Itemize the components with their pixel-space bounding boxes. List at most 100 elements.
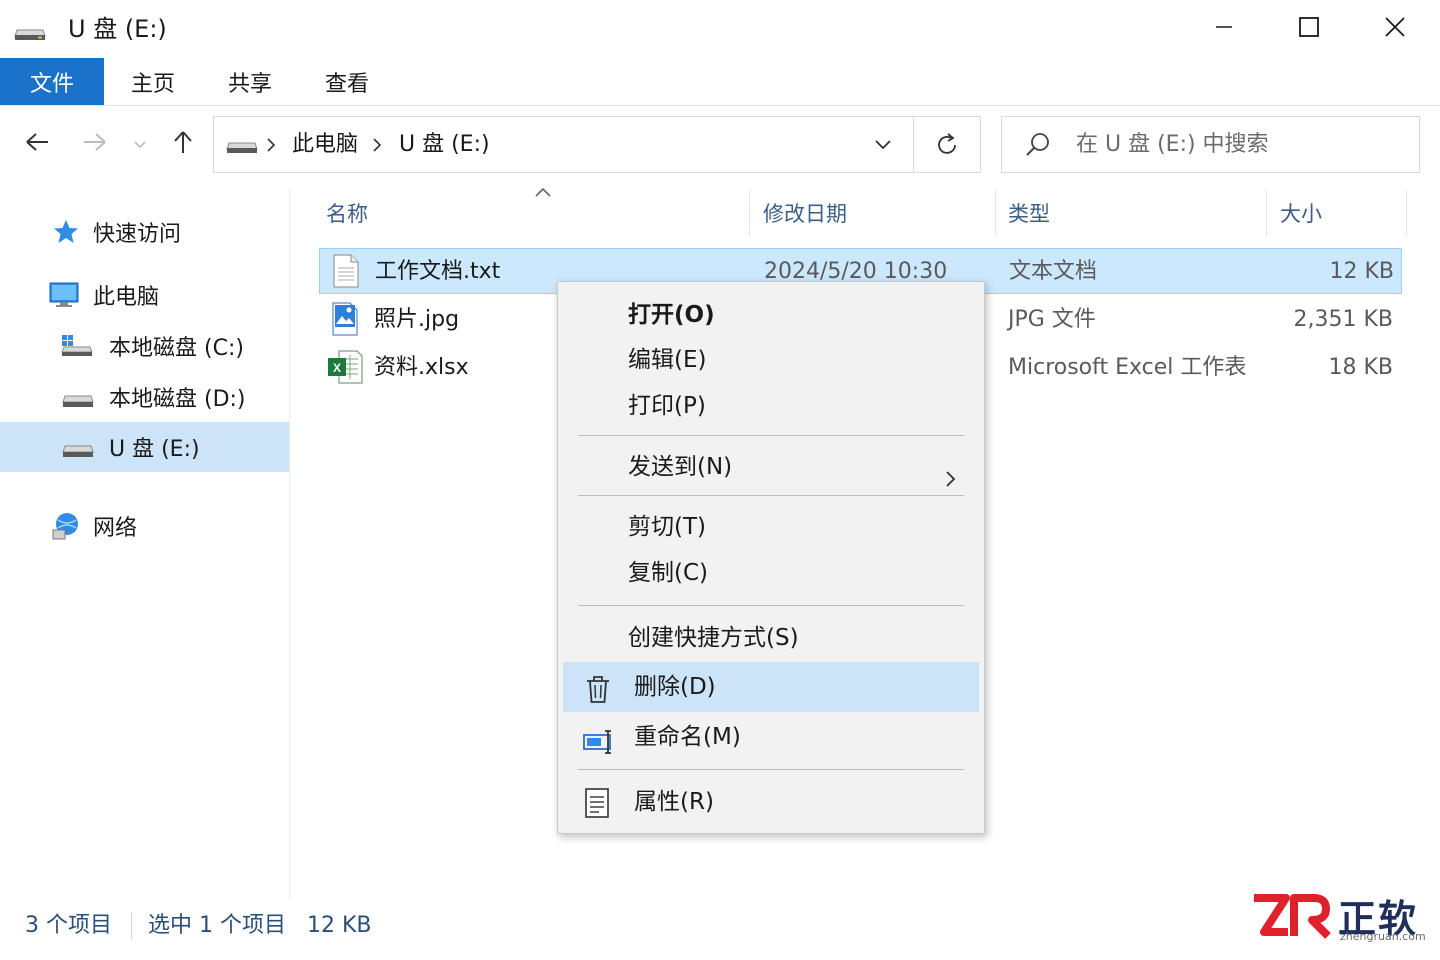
sidebar-item-quick-access[interactable]: 快速访问 [0,207,289,257]
file-type: 文本文档 [1009,259,1098,284]
column-divider[interactable] [1406,190,1407,236]
properties-icon [583,787,611,835]
chevron-down-icon [133,135,147,154]
file-name: 资料.xlsx [374,355,469,380]
column-header-size[interactable]: 大小 [1280,196,1400,232]
window-title: U 盘 (E:) [68,15,167,43]
breadcrumb-this-pc[interactable]: 此电脑 [292,131,358,159]
divider [913,117,914,172]
sidebar-item-label: U 盘 (E:) [109,437,200,462]
svg-text:X: X [333,361,341,375]
drive-icon [62,390,94,415]
menu-item-create-shortcut[interactable]: 创建快捷方式(S) [563,615,979,661]
menu-item-rename[interactable]: 重命名(M) [563,714,979,760]
rename-icon [583,725,615,771]
column-divider[interactable] [995,190,996,236]
sidebar-item-network[interactable]: 网络 [0,501,289,551]
search-icon [1024,131,1052,163]
menu-item-open[interactable]: 打开(O) [563,292,979,338]
up-button[interactable] [161,122,205,166]
close-button[interactable] [1352,6,1438,52]
chevron-right-icon [266,137,276,157]
ribbon-tabs: 文件 主页 共享 查看 [0,58,1440,106]
image-file-icon [332,302,358,340]
menu-item-edit[interactable]: 编辑(E) [563,337,979,383]
drive-icon [14,24,46,46]
watermark-logo [1250,892,1332,946]
menu-item-label: 创建快捷方式(S) [628,625,799,651]
menu-item-label: 剪切(T) [628,514,706,540]
menu-item-label: 重命名(M) [634,724,741,750]
search-box[interactable]: 在 U 盘 (E:) 中搜索 [1001,116,1420,173]
menu-separator [578,769,964,770]
column-header-name[interactable]: 名称 [326,196,746,232]
status-item-count: 3 个项目 [25,913,112,938]
refresh-icon[interactable] [934,132,960,162]
sidebar-item-this-pc[interactable]: 此电脑 [0,270,289,320]
menu-item-label: 发送到(N) [628,454,733,480]
menu-item-label: 复制(C) [628,560,709,586]
file-type: Microsoft Excel 工作表 [1008,355,1247,380]
chevron-right-icon [372,137,382,157]
breadcrumb-usb-drive[interactable]: U 盘 (E:) [399,131,490,159]
menu-item-copy[interactable]: 复制(C) [563,550,979,596]
file-name: 工作文档.txt [375,259,501,284]
sidebar-item-label: 此电脑 [93,285,160,310]
menu-separator [578,495,964,496]
search-placeholder: 在 U 盘 (E:) 中搜索 [1076,132,1269,157]
star-icon [52,218,80,252]
text-file-icon [332,254,360,292]
file-type: JPG 文件 [1008,307,1096,332]
tab-view[interactable]: 查看 [304,58,390,105]
windows-drive-icon [60,333,94,365]
menu-item-label: 属性(R) [634,789,714,815]
close-icon [1384,16,1406,42]
title-bar: U 盘 (E:) [0,0,1440,58]
maximize-icon [1298,16,1320,42]
context-menu: 打开(O) 编辑(E) 打印(P) 发送到(N) 剪切(T) 复制(C) 创建快… [557,281,985,834]
watermark-url: zhengruan.com [1340,930,1426,943]
menu-item-label: 打印(P) [628,393,706,419]
chevron-right-icon [945,458,957,504]
menu-item-properties[interactable]: 属性(R) [563,779,979,825]
sidebar-item-label: 网络 [93,516,138,541]
menu-item-delete[interactable]: 删除(D) [563,662,979,712]
sidebar-item-label: 本地磁盘 (D:) [109,387,246,412]
menu-item-print[interactable]: 打印(P) [563,383,979,429]
forward-button[interactable] [73,122,117,166]
menu-separator [578,605,964,606]
sidebar-item-local-disk-c[interactable]: 本地磁盘 (C:) [0,321,289,371]
sidebar-item-local-disk-d[interactable]: 本地磁盘 (D:) [0,372,289,422]
navigation-pane: 快速访问 此电脑 本地磁盘 (C:) 本地磁盘 (D:) U 盘 (E:) 网络 [0,188,290,900]
tab-file[interactable]: 文件 [0,58,104,105]
sidebar-item-label: 本地磁盘 (C:) [109,336,244,361]
file-size: 2,351 KB [1293,307,1394,332]
menu-item-cut[interactable]: 剪切(T) [563,504,979,550]
tab-home[interactable]: 主页 [110,58,196,105]
arrow-right-icon [82,131,108,157]
column-divider[interactable] [1266,190,1267,236]
arrow-up-icon [172,129,194,159]
column-header-type[interactable]: 类型 [1008,196,1258,232]
network-icon [50,510,82,548]
sidebar-item-label: 快速访问 [93,222,182,247]
maximize-button[interactable] [1266,6,1352,52]
address-bar[interactable]: 此电脑 U 盘 (E:) [213,116,981,173]
file-size: 12 KB [1329,259,1394,284]
back-button[interactable] [15,122,59,166]
menu-item-send-to[interactable]: 发送到(N) [563,444,979,490]
menu-item-label: 编辑(E) [628,347,707,373]
sidebar-item-usb-drive[interactable]: U 盘 (E:) [0,422,289,472]
drive-icon [62,440,94,465]
column-divider[interactable] [749,190,750,236]
file-size: 18 KB [1328,355,1393,380]
minimize-icon [1214,17,1234,41]
tab-share[interactable]: 共享 [207,58,293,105]
column-header-modified[interactable]: 修改日期 [763,196,988,232]
recent-locations-button[interactable] [120,122,160,166]
status-selection: 选中 1 个项目 [148,913,286,938]
computer-icon [48,280,80,316]
chevron-down-icon[interactable] [874,137,892,156]
file-name: 照片.jpg [374,307,460,332]
minimize-button[interactable] [1181,6,1267,52]
